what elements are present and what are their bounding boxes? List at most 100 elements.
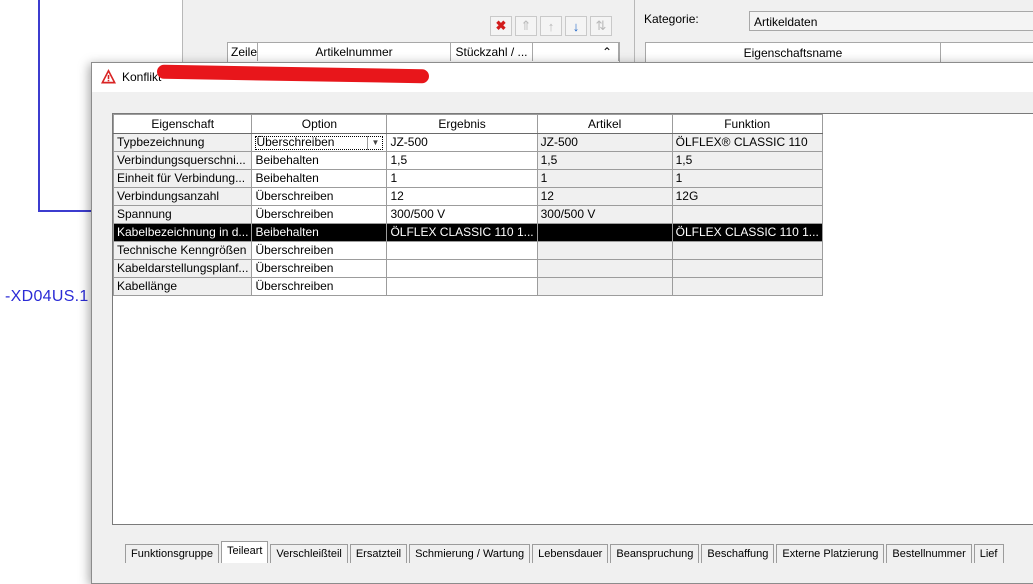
column-header[interactable]: Eigenschaft <box>112 114 253 134</box>
option-cell[interactable]: Beibehalten <box>251 151 388 170</box>
result-cell[interactable]: JZ-500 <box>386 133 538 152</box>
parts-toolbar: ✖ ⇑ ↑ ↓ ⇅ <box>490 16 612 36</box>
dialog-title: Konflikt <box>122 70 162 84</box>
conflict-table: Eigenschaft Option Ergebnis Artikel Funk… <box>112 114 823 296</box>
property-cell: Typbezeichnung <box>112 133 253 152</box>
function-cell: 1 <box>671 169 823 188</box>
column-header[interactable]: Funktion <box>671 114 823 134</box>
option-cell[interactable]: Überschreiben <box>251 205 388 224</box>
column-header[interactable]: Ergebnis <box>386 114 538 134</box>
conflict-grid[interactable]: Eigenschaft Option Ergebnis Artikel Funk… <box>112 113 1033 525</box>
tab-bestellnummer[interactable]: Bestellnummer <box>886 544 972 563</box>
result-cell[interactable]: 1 <box>386 169 538 188</box>
move-down-icon[interactable]: ↓ <box>565 16 587 36</box>
device-tag-label[interactable]: -XD04US.1 <box>5 288 89 306</box>
article-cell: 1,5 <box>536 151 673 170</box>
column-header[interactable]: Stückzahl / ... <box>451 43 533 61</box>
conflict-dialog: Konflikt Eigenschaft Option Ergebnis Art… <box>91 62 1033 584</box>
column-header[interactable]: Artikel <box>536 114 673 134</box>
tab-lebensdauer[interactable]: Lebensdauer <box>532 544 609 563</box>
function-cell: 12G <box>671 187 823 206</box>
function-cell <box>671 241 823 260</box>
option-cell[interactable]: Überschreiben ▼ <box>251 133 388 152</box>
tab-lieferant[interactable]: Lief <box>973 544 1004 563</box>
tab-beanspruchung[interactable]: Beanspruchung <box>610 544 700 563</box>
result-cell[interactable]: ÖLFLEX CLASSIC 110 1... <box>386 223 538 242</box>
function-cell <box>671 277 823 296</box>
result-cell[interactable] <box>386 241 538 260</box>
property-cell: Verbindungsanzahl <box>112 187 253 206</box>
table-row[interactable]: Verbindungsanzahl Überschreiben 12 12 12… <box>112 187 823 206</box>
connection-line <box>38 210 98 212</box>
option-cell[interactable]: Beibehalten <box>251 223 388 242</box>
property-cell: Einheit für Verbindung... <box>112 169 253 188</box>
table-row-selected[interactable]: Kabelbezeichnung in d... Beibehalten ÖLF… <box>112 223 823 242</box>
tab-externe-platzierung[interactable]: Externe Platzierung <box>776 544 885 563</box>
chevron-down-icon[interactable]: ▼ <box>367 135 382 150</box>
category-label: Kategorie: <box>644 12 699 26</box>
tab-teileart[interactable]: Teileart <box>220 541 269 563</box>
option-value: Überschreiben <box>256 135 335 149</box>
connection-line <box>38 0 40 212</box>
property-cell: Technische Kenngrößen <box>112 241 253 260</box>
article-cell: JZ-500 <box>536 133 673 152</box>
result-cell[interactable] <box>386 277 538 296</box>
option-cell[interactable]: Überschreiben <box>251 187 388 206</box>
move-up-icon[interactable]: ↑ <box>540 16 562 36</box>
column-header[interactable]: Option <box>251 114 388 134</box>
article-cell: 1 <box>536 169 673 188</box>
category-select[interactable]: Artikeldaten <box>749 11 1033 31</box>
option-cell[interactable]: Überschreiben <box>251 259 388 278</box>
option-cell[interactable]: Überschreiben <box>251 241 388 260</box>
article-cell <box>536 241 673 260</box>
redaction-mark <box>156 64 430 84</box>
function-cell: ÖLFLEX CLASSIC 110 1... <box>671 223 823 242</box>
column-header[interactable]: Zeile <box>228 43 258 61</box>
scroll-up-icon[interactable]: ⌃ <box>533 43 619 61</box>
column-header[interactable]: Artikelnummer <box>258 43 451 61</box>
table-row[interactable]: Einheit für Verbindung... Beibehalten 1 … <box>112 169 823 188</box>
option-cell[interactable]: Überschreiben <box>251 277 388 296</box>
table-row[interactable]: Spannung Überschreiben 300/500 V 300/500… <box>112 205 823 224</box>
function-cell: 1,5 <box>671 151 823 170</box>
article-cell: 300/500 V <box>536 205 673 224</box>
property-cell: Kabelbezeichnung in d... <box>112 223 253 242</box>
table-row[interactable]: Typbezeichnung Überschreiben ▼ JZ-500 JZ… <box>112 133 823 152</box>
option-cell[interactable]: Beibehalten <box>251 169 388 188</box>
sort-icon[interactable]: ⇅ <box>590 16 612 36</box>
article-cell <box>536 277 673 296</box>
article-cell: 12 <box>536 187 673 206</box>
header-row: Eigenschaft Option Ergebnis Artikel Funk… <box>112 114 823 134</box>
properties-grid-header: Eigenschaftsname <box>645 42 1033 64</box>
parts-grid-header: Zeile Artikelnummer Stückzahl / ... ⌃ <box>227 42 620 64</box>
move-top-icon[interactable]: ⇑ <box>515 16 537 36</box>
option-combobox[interactable]: Überschreiben ▼ <box>255 135 384 150</box>
function-cell <box>671 205 823 224</box>
article-cell <box>536 223 673 242</box>
table-row[interactable]: Technische Kenngrößen Überschreiben <box>112 241 823 260</box>
result-cell[interactable]: 300/500 V <box>386 205 538 224</box>
article-cell <box>536 259 673 278</box>
property-cell: Kabeldarstellungsplanf... <box>112 259 253 278</box>
function-cell: ÖLFLEX® CLASSIC 110 <box>671 133 823 152</box>
tab-ersatzteil[interactable]: Ersatzteil <box>349 544 408 563</box>
property-cell: Verbindungsquerschni... <box>112 151 253 170</box>
table-row[interactable]: Verbindungsquerschni... Beibehalten 1,5 … <box>112 151 823 170</box>
result-cell[interactable]: 12 <box>386 187 538 206</box>
warning-triangle-icon <box>101 69 116 84</box>
tab-schmierung-wartung[interactable]: Schmierung / Wartung <box>409 544 531 563</box>
tab-beschaffung[interactable]: Beschaffung <box>701 544 775 563</box>
result-cell[interactable]: 1,5 <box>386 151 538 170</box>
table-row[interactable]: Kabeldarstellungsplanf... Überschreiben <box>112 259 823 278</box>
property-cell: Spannung <box>112 205 253 224</box>
property-tabs: Funktionsgruppe Teileart Verschleißteil … <box>125 541 1006 563</box>
property-cell: Kabellänge <box>112 277 253 296</box>
function-cell <box>671 259 823 278</box>
column-header[interactable]: Eigenschaftsname <box>646 43 941 63</box>
table-row[interactable]: Kabellänge Überschreiben <box>112 277 823 296</box>
tab-verschleissteil[interactable]: Verschleißteil <box>270 544 348 563</box>
delete-icon[interactable]: ✖ <box>490 16 512 36</box>
result-cell[interactable] <box>386 259 538 278</box>
title-bar[interactable]: Konflikt <box>92 63 1033 92</box>
tab-funktionsgruppe[interactable]: Funktionsgruppe <box>125 544 219 563</box>
